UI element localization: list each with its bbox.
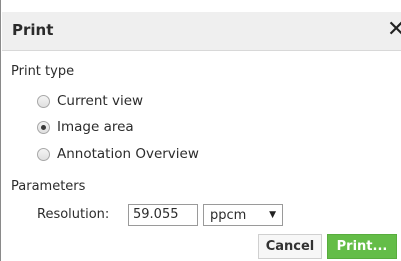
print-button[interactable]: Print...	[327, 234, 397, 259]
radio-button-icon[interactable]	[37, 147, 50, 161]
radio-option-current-view[interactable]: Current view	[37, 91, 143, 111]
resolution-label: Resolution:	[37, 207, 110, 222]
close-icon[interactable]: ✕	[387, 16, 401, 44]
radio-button-checked-icon[interactable]	[37, 120, 50, 134]
radio-option-label: Image area	[57, 119, 134, 135]
unit-select[interactable]: ppcm ▼	[203, 204, 283, 226]
resolution-input[interactable]: 59.055	[128, 204, 198, 226]
dialog-title: Print	[12, 21, 54, 39]
radio-option-image-area[interactable]: Image area	[37, 117, 134, 137]
caret-down-icon: ▼	[269, 210, 276, 220]
parameters-label: Parameters	[11, 179, 86, 194]
print-dialog: Print ✕ Print type Current view Image ar…	[0, 0, 401, 261]
unit-select-value: ppcm	[210, 207, 247, 223]
cancel-button[interactable]: Cancel	[258, 234, 322, 259]
radio-button-icon[interactable]	[37, 94, 50, 108]
radio-option-label: Annotation Overview	[57, 146, 199, 162]
radio-option-annotation-overview[interactable]: Annotation Overview	[37, 144, 199, 164]
radio-option-label: Current view	[57, 93, 144, 109]
dialog-titlebar: Print ✕	[2, 12, 401, 51]
print-type-label: Print type	[11, 64, 75, 79]
